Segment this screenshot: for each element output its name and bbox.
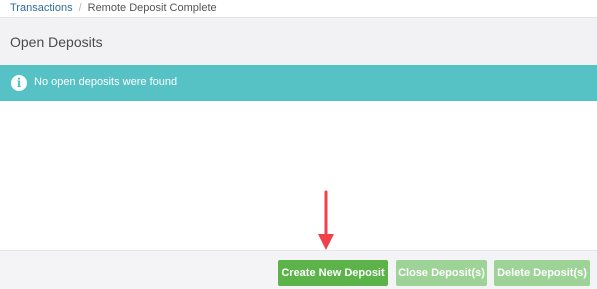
breadcrumb-current: Remote Deposit Complete: [87, 2, 217, 14]
create-new-deposit-button[interactable]: Create New Deposit: [278, 260, 388, 286]
breadcrumb: Transactions / Remote Deposit Complete: [0, 0, 597, 17]
info-icon: i: [11, 75, 27, 91]
breadcrumb-transactions-link[interactable]: Transactions: [10, 2, 73, 14]
footer-actions: Create New Deposit Close Deposit(s) Dele…: [0, 250, 597, 289]
breadcrumb-separator: /: [78, 2, 82, 14]
alert-message: No open deposits were found: [34, 76, 178, 88]
info-alert: i No open deposits were found: [0, 65, 597, 101]
close-deposits-button[interactable]: Close Deposit(s): [396, 260, 487, 286]
annotation-arrow-icon: [318, 190, 334, 250]
page-title: Open Deposits: [10, 34, 103, 50]
delete-deposits-button[interactable]: Delete Deposit(s): [494, 260, 590, 286]
deposits-list-area: [0, 101, 597, 250]
panel-header: Open Deposits: [0, 17, 597, 65]
